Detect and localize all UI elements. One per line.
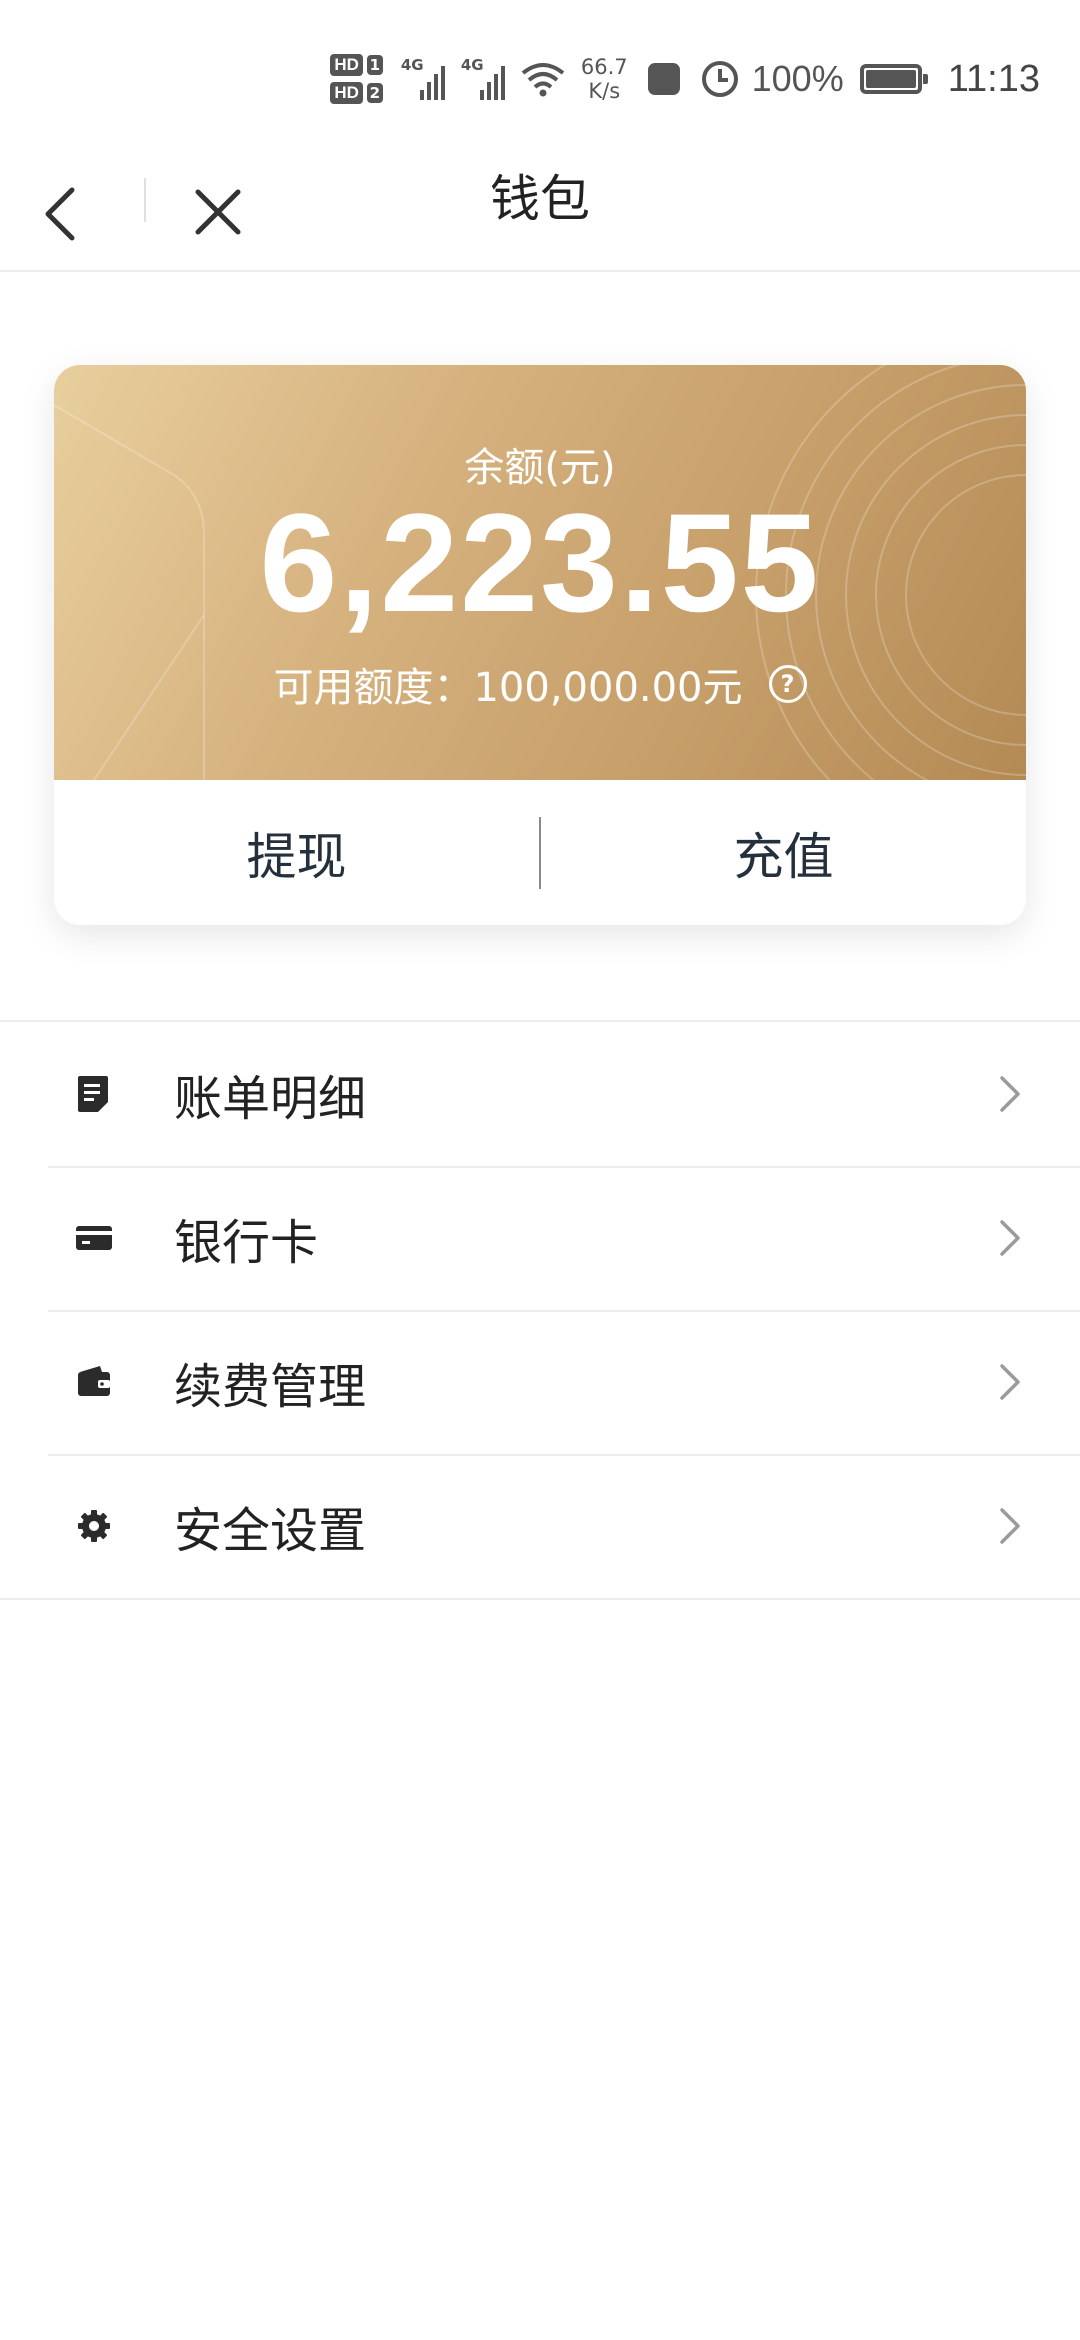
chevron-right-icon	[1000, 1364, 1020, 1400]
bill-icon	[78, 1076, 108, 1112]
navigation-bar: 钱包	[0, 150, 1080, 272]
battery-percent: 100%	[751, 58, 844, 99]
chevron-right-icon	[1000, 1508, 1020, 1544]
menu-item-label: 续费管理	[174, 1359, 367, 1415]
battery-charging-icon	[859, 64, 928, 94]
chevron-right-icon	[1000, 1220, 1020, 1256]
page-title: 钱包	[490, 170, 590, 228]
signal-icon-1: 4G	[401, 56, 445, 102]
alarm-icon	[701, 61, 738, 97]
sim1-indicator: HD 1	[330, 54, 383, 76]
recharge-button[interactable]: 充值	[541, 780, 1026, 925]
menu-item-label: 账单明细	[174, 1071, 367, 1127]
app-notification-icon	[647, 63, 680, 95]
menu-item-renewal-management[interactable]: 续费管理	[0, 1310, 1080, 1454]
wifi-icon	[521, 63, 565, 97]
balance-panel: 余额(元) 6,223.55 可用额度：100,000.00元 ?	[54, 365, 1026, 780]
sim2-indicator: HD 2	[330, 82, 383, 104]
help-icon[interactable]: ?	[768, 665, 807, 703]
menu-item-bank-card[interactable]: 银行卡	[0, 1166, 1080, 1310]
bank-card-icon	[76, 1226, 112, 1250]
sim-indicators: HD 1 HD 2	[330, 54, 383, 104]
signal-icon-2: 4G	[461, 56, 505, 102]
gear-icon	[78, 1510, 110, 1542]
net-speed-value: 66.7	[580, 55, 628, 79]
chevron-right-icon	[1000, 1076, 1020, 1112]
menu-item-label: 银行卡	[174, 1215, 319, 1271]
wallet-card: 余额(元) 6,223.55 可用额度：100,000.00元 ? 提现 充值	[54, 365, 1026, 925]
menu-item-security-settings[interactable]: 安全设置	[0, 1454, 1080, 1598]
card-actions: 提现 充值	[54, 780, 1026, 925]
wallet-menu: 账单明细 银行卡 续费管理 安全设置	[0, 1020, 1080, 1600]
clock: 11:13	[947, 57, 1040, 100]
sim2-number: 2	[366, 83, 383, 103]
status-icons: HD 1 HD 2 4G 4G 66.7 K/s 100% 11:13	[330, 44, 1040, 114]
available-limit-text: 可用额度：100,000.00元	[273, 665, 743, 711]
menu-item-label: 安全设置	[174, 1503, 367, 1559]
net-speed: 66.7 K/s	[581, 55, 628, 103]
menu-item-bill-details[interactable]: 账单明细	[0, 1022, 1080, 1166]
balance-amount: 6,223.55	[259, 484, 821, 641]
wallet-icon	[78, 1366, 110, 1396]
status-bar: HD 1 HD 2 4G 4G 66.7 K/s 100% 11:13	[0, 0, 1080, 150]
sim1-hd-label: HD	[330, 54, 363, 76]
withdraw-button[interactable]: 提现	[54, 780, 539, 925]
sim1-number: 1	[366, 55, 383, 75]
net-speed-unit: K/s	[588, 79, 621, 103]
sim2-hd-label: HD	[330, 82, 363, 104]
available-limit-row: 可用额度：100,000.00元 ?	[54, 655, 1026, 713]
